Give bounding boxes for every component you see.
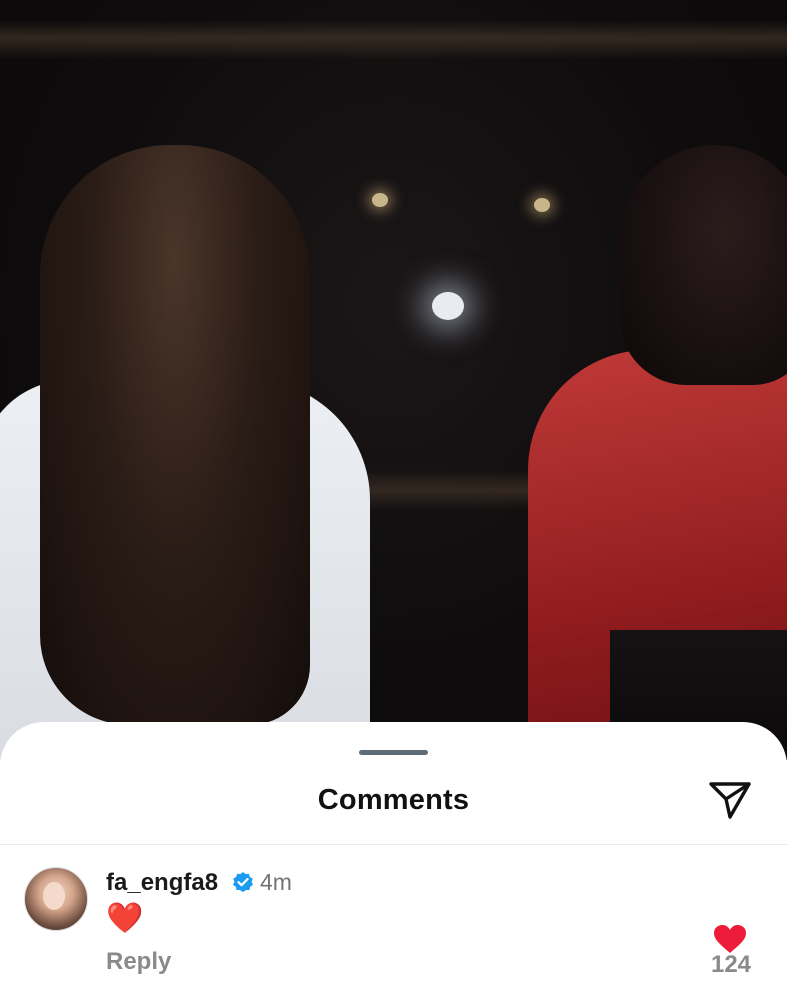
stage-light xyxy=(534,198,550,212)
reply-button[interactable]: Reply xyxy=(106,948,171,976)
comment-item: fa_engfa8 4m ❤️ Reply 124 xyxy=(0,862,787,994)
stage-light xyxy=(372,193,388,207)
theater-balcony xyxy=(0,20,787,60)
drag-handle[interactable] xyxy=(359,750,428,755)
stage-light-bright xyxy=(432,292,464,320)
verified-badge-icon xyxy=(233,872,253,892)
sheet-title: Comments xyxy=(317,784,470,816)
divider xyxy=(0,844,787,845)
avatar-face xyxy=(43,882,65,910)
comment-username[interactable]: fa_engfa8 xyxy=(106,869,218,897)
comments-sheet: Comments fa_engfa8 4m ❤️ Reply 124 xyxy=(0,722,787,994)
comment-text: ❤️ xyxy=(106,902,144,935)
like-count: 124 xyxy=(710,951,752,978)
heart-icon[interactable] xyxy=(713,924,747,954)
person-right-hair xyxy=(620,145,787,385)
avatar[interactable] xyxy=(24,867,88,931)
person-left-hair xyxy=(40,145,310,725)
paper-plane-icon[interactable] xyxy=(706,778,754,822)
post-photo xyxy=(0,0,787,760)
comment-time: 4m xyxy=(260,869,292,895)
